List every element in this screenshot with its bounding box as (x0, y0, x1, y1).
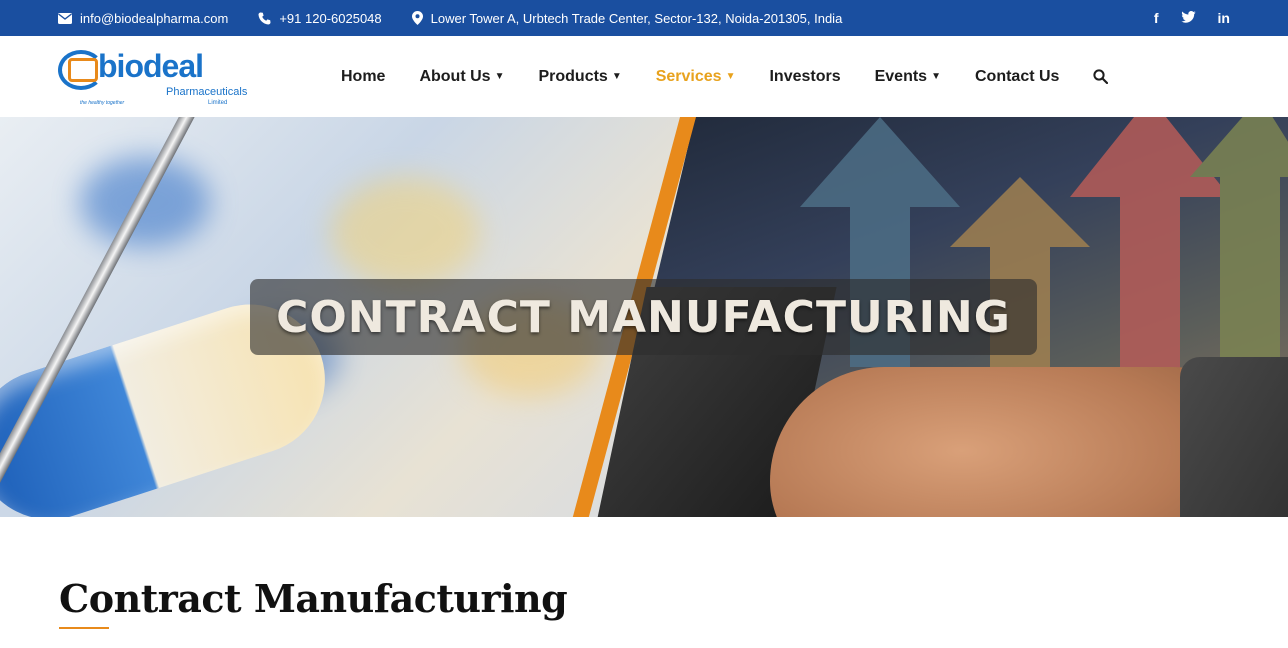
phone-contact[interactable]: +91 120-6025048 (258, 10, 382, 26)
location-pin-icon (411, 11, 423, 25)
company-logo[interactable]: biodeal Pharmaceuticals Limited the heal… (58, 44, 247, 110)
handshake-graphic (770, 367, 1250, 517)
logo-wordmark: biodeal (98, 48, 204, 84)
nav-item-events[interactable]: Events ▼ (875, 68, 941, 86)
envelope-icon (58, 12, 72, 24)
nav-item-products[interactable]: Products ▼ (538, 68, 621, 86)
nav-item-label: Products (538, 67, 608, 85)
nav-item-label: Contact Us (974, 67, 1060, 85)
search-icon[interactable] (1093, 69, 1109, 84)
nav-item-label: Services (655, 67, 722, 85)
facebook-icon[interactable]: f (1154, 10, 1159, 26)
logo-suffix: Limited (208, 100, 228, 106)
logo-b-mark (68, 58, 98, 82)
nav-item-about-us[interactable]: About Us ▼ (419, 68, 504, 86)
address-text: Lower Tower A, Urbtech Trade Center, Sec… (430, 10, 843, 26)
nav-item-label: Home (341, 67, 386, 85)
nav-item-home[interactable]: Home (341, 68, 385, 86)
logo-subtitle: Pharmaceuticals (166, 86, 248, 98)
nav-item-services[interactable]: Services ▼ (656, 68, 736, 86)
page-title: Contract Manufacturing (59, 576, 568, 621)
nav-item-label: Investors (769, 67, 841, 85)
chevron-down-icon: ▼ (611, 71, 622, 82)
nav-item-contact-us[interactable]: Contact Us (975, 68, 1059, 86)
main-nav: Home About Us ▼ Products ▼ Services ▼ In… (341, 36, 1109, 117)
email-contact[interactable]: info@biodealpharma.com (58, 11, 228, 26)
hero-title: CONTRACT MANUFACTURING (276, 291, 1011, 343)
nav-item-label: Events (874, 67, 928, 85)
logo-tagline: the healthy together (80, 100, 125, 106)
address-info: Lower Tower A, Urbtech Trade Center, Sec… (411, 10, 843, 26)
nav-item-label: About Us (419, 67, 491, 85)
hero-title-box: CONTRACT MANUFACTURING (250, 279, 1037, 355)
hero-bokeh (330, 177, 480, 287)
email-text: info@biodealpharma.com (80, 10, 229, 26)
suit-sleeve-graphic (1180, 357, 1288, 517)
phone-text: +91 120-6025048 (279, 10, 382, 26)
twitter-icon[interactable] (1180, 10, 1196, 26)
chevron-down-icon: ▼ (725, 71, 736, 82)
top-info-bar: info@biodealpharma.com +91 120-6025048 L… (0, 0, 1288, 36)
social-links: f in (1154, 10, 1230, 26)
chevron-down-icon: ▼ (931, 71, 941, 82)
title-underline (59, 627, 109, 629)
nav-item-investors[interactable]: Investors (769, 68, 840, 86)
linkedin-icon[interactable]: in (1218, 10, 1230, 26)
chevron-down-icon: ▼ (494, 71, 505, 82)
phone-icon (258, 12, 271, 24)
site-header: biodeal Pharmaceuticals Limited the heal… (0, 36, 1288, 117)
hero-banner: CONTRACT MANUFACTURING (0, 117, 1288, 517)
